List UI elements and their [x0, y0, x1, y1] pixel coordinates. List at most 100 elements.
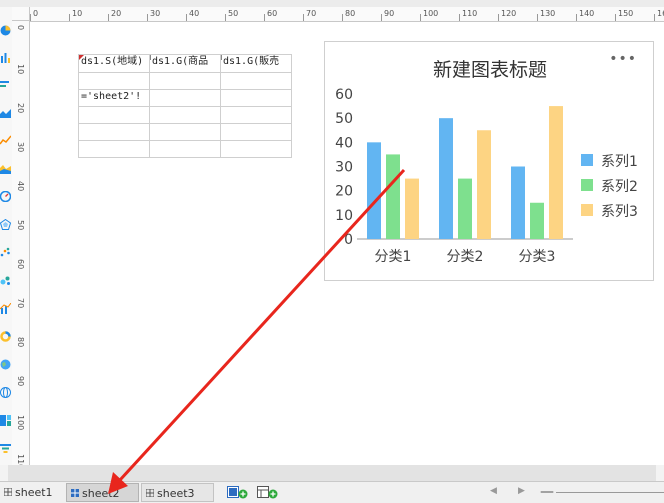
grid-cell[interactable]	[78, 72, 150, 90]
bubble-chart-icon[interactable]	[0, 275, 11, 286]
grid-cell[interactable]	[149, 140, 221, 158]
sheet-icon	[4, 488, 12, 496]
chart-title: 新建图表标题	[433, 59, 547, 81]
column-chart-icon[interactable]	[0, 79, 11, 90]
grid-cell[interactable]: ds1.G(商品	[149, 54, 221, 73]
top-strip	[0, 0, 664, 7]
ruler-tick-label: 40	[16, 181, 25, 192]
ruler-tick-label: 130	[540, 9, 556, 18]
cell-corner-marker	[79, 55, 84, 60]
legend-swatch-2	[581, 179, 593, 191]
ruler-tick	[342, 14, 343, 21]
scatter-chart-icon[interactable]	[0, 247, 11, 258]
zoom-out-button[interactable]: —	[540, 483, 554, 501]
ruler-tick-label: 100	[423, 9, 439, 18]
sheet-active-icon	[71, 489, 79, 497]
chart-widget[interactable]: 新建图表标题 0 10 20 30 40 50 60 分类1 分类2 分类3 系列1 系列2 系列3 ••…	[324, 41, 654, 281]
ruler-tick	[420, 14, 421, 21]
ruler-tick-label: 80	[345, 9, 356, 18]
globe-chart-icon[interactable]	[0, 387, 11, 398]
ruler-tick-label: 60	[16, 259, 25, 270]
grid-row: ds1.S(地域) ds1.G(商品 ds1.G(販売	[78, 54, 292, 73]
add-dashboard-icon[interactable]	[257, 486, 279, 499]
grid-cell[interactable]: ds1.G(販売	[220, 54, 292, 73]
ruler-tick	[264, 14, 265, 21]
area-chart-icon[interactable]	[0, 107, 11, 118]
tab-scroll-right-icon[interactable]: ▶	[518, 486, 525, 496]
cell-text: ds1.S(地域)	[81, 56, 144, 67]
ruler-tick-label: 90	[384, 9, 395, 18]
ruler-tick	[108, 14, 109, 21]
y-tick-label: 30	[335, 160, 353, 176]
tab-scroll-left-icon[interactable]: ◀	[490, 486, 497, 496]
combo-chart-icon[interactable]	[0, 303, 11, 314]
treemap-chart-icon[interactable]	[0, 415, 11, 426]
grid-cell[interactable]: ='sheet2'!	[78, 89, 150, 107]
ruler-tick	[654, 14, 655, 21]
tab-label: sheet2	[82, 487, 120, 500]
zoom-slider[interactable]	[556, 492, 664, 493]
bar-chart: 新建图表标题 0 10 20 30 40 50 60 分类1 分类2 分类3 系列1 系列2 系列3	[335, 59, 638, 265]
tab-label: sheet1	[15, 486, 53, 499]
bar-1-3	[511, 166, 525, 239]
radar-chart-icon[interactable]	[0, 219, 11, 230]
grid-cell[interactable]	[220, 123, 292, 141]
ruler-tick-label: 0	[33, 9, 39, 18]
grid-cell[interactable]	[220, 140, 292, 158]
bar-2-2	[458, 178, 472, 239]
grid-cell[interactable]	[149, 72, 221, 90]
grid-cell[interactable]	[78, 123, 150, 141]
grid-cell[interactable]	[220, 106, 292, 124]
chart-more-menu-icon[interactable]: •••	[609, 52, 637, 66]
ruler-tick-label: 90	[16, 376, 25, 387]
y-tick-label: 20	[335, 184, 353, 200]
grid-cell[interactable]	[149, 89, 221, 107]
tab-sheet3[interactable]: sheet3	[141, 483, 214, 502]
add-sheet-icon[interactable]	[227, 486, 249, 499]
legend-label-2: 系列2	[601, 179, 638, 195]
pie-chart-icon[interactable]	[0, 25, 11, 36]
horizontal-ruler: 0 10 20 30 40 50 60 70 80 90 100 110 120 130 140 150 160	[30, 7, 664, 22]
ruler-tick-label: 10	[72, 9, 83, 18]
ruler-tick	[498, 14, 499, 21]
bar-1-1	[367, 142, 381, 239]
grid-cell[interactable]	[78, 106, 150, 124]
grid-row	[78, 106, 292, 124]
grid-cell[interactable]	[220, 89, 292, 107]
bar-chart-icon[interactable]	[0, 52, 11, 63]
bar-2-1	[386, 154, 400, 239]
bar-1-2	[439, 118, 453, 239]
tab-sheet2[interactable]: sheet2	[66, 483, 139, 502]
report-grid: ds1.S(地域) ds1.G(商品 ds1.G(販売 ='sheet2'!	[78, 54, 292, 158]
funnel-chart-icon[interactable]	[0, 443, 11, 454]
grid-cell[interactable]	[220, 72, 292, 90]
cell-expand-marker	[221, 55, 225, 60]
ruler-tick	[147, 14, 148, 21]
tab-sheet1[interactable]: sheet1	[0, 483, 64, 502]
grid-cell[interactable]	[78, 140, 150, 158]
grid-row: ='sheet2'!	[78, 89, 292, 107]
grid-cell[interactable]: ds1.S(地域)	[78, 54, 150, 73]
cell-text: ds1.G(商品	[152, 56, 209, 67]
y-tick-label: 50	[335, 111, 353, 127]
grid-cell[interactable]	[149, 106, 221, 124]
bar-3-2	[477, 130, 491, 239]
horizontal-scrollbar[interactable]	[8, 465, 656, 481]
grid-cell[interactable]	[149, 123, 221, 141]
gauge-chart-icon[interactable]	[0, 191, 11, 202]
ruler-tick-label: 70	[16, 298, 25, 309]
legend-swatch-3	[581, 204, 593, 216]
map-chart-icon[interactable]	[0, 359, 11, 370]
ruler-tick-label: 150	[618, 9, 634, 18]
ruler-tick-label: 140	[579, 9, 595, 18]
stacked-area-icon[interactable]	[0, 163, 11, 174]
y-tick-label: 10	[335, 208, 353, 224]
y-tick-label: 40	[335, 135, 353, 151]
legend-swatch-1	[581, 154, 593, 166]
ruler-tick	[615, 14, 616, 21]
grid-row	[78, 123, 292, 141]
donut-chart-icon[interactable]	[0, 331, 11, 342]
legend-label-3: 系列3	[601, 204, 638, 220]
tab-label: sheet3	[157, 487, 195, 500]
line-chart-icon[interactable]	[0, 135, 11, 146]
